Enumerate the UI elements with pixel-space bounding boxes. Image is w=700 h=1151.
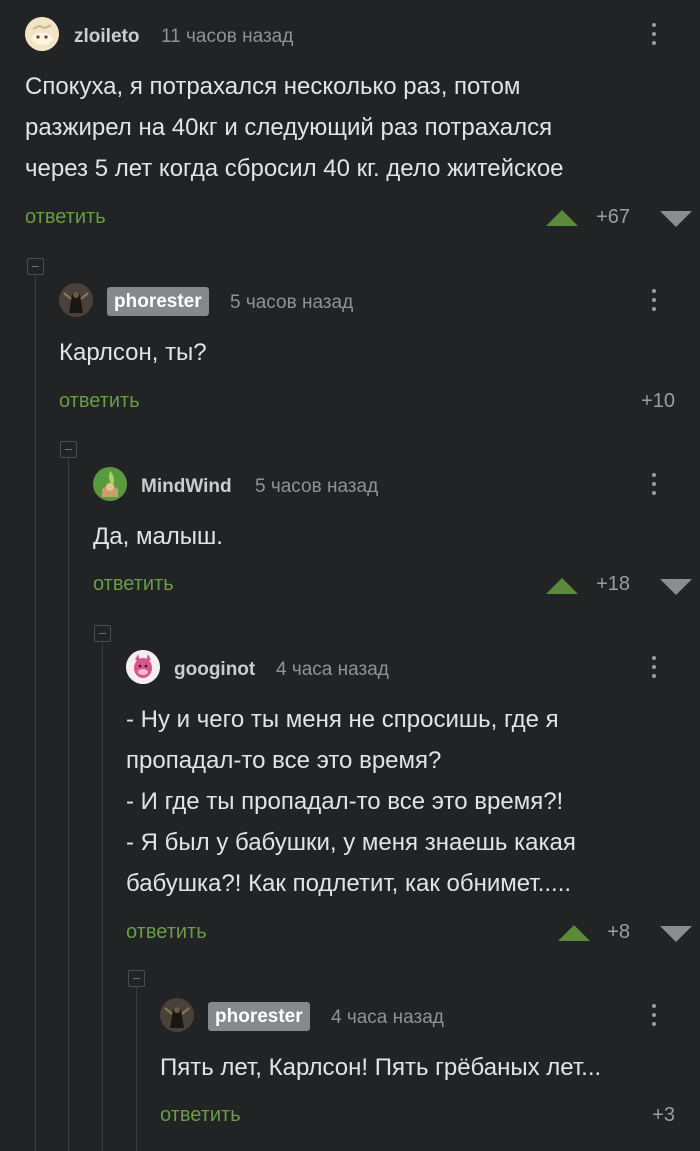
upvote-icon[interactable] <box>558 925 590 941</box>
avatar[interactable] <box>126 650 160 684</box>
comment-header: MindWind 5 часов назад <box>93 467 700 501</box>
rating: +10 <box>641 390 675 412</box>
upvote-icon[interactable] <box>546 210 578 226</box>
comment-footer: ответить +10 <box>59 390 700 420</box>
downvote-icon[interactable] <box>660 211 692 227</box>
comment-text-line: пропадал-то все это время? <box>126 747 442 774</box>
collapse-thread-button[interactable] <box>27 258 44 275</box>
downvote-icon[interactable] <box>660 579 692 595</box>
more-options-icon[interactable] <box>650 283 658 317</box>
thread-line-1 <box>35 275 36 1151</box>
avatar[interactable] <box>160 998 194 1032</box>
reply-link[interactable]: ответить <box>126 921 207 944</box>
upvote-icon[interactable] <box>546 578 578 594</box>
comment-body: Да, малыш. <box>93 516 670 557</box>
avatar[interactable] <box>93 467 127 501</box>
thread-line-2 <box>68 458 69 1151</box>
comment-text-line: через 5 лет когда сбросил 40 кг. дело жи… <box>25 155 564 182</box>
avatar[interactable] <box>59 283 93 317</box>
collapse-thread-button[interactable] <box>94 625 111 642</box>
comment-time: 11 часов назад <box>161 26 294 47</box>
comment-header: phorester 4 часа назад <box>160 998 700 1032</box>
rating: +18 <box>596 573 630 595</box>
comment-time: 5 часов назад <box>255 476 379 497</box>
comment-body: - Ну и чего ты меня не спросишь, где я п… <box>126 699 670 904</box>
thread-line-4 <box>136 987 137 1151</box>
comment-body: Пять лет, Карлсон! Пять грёбаных лет... <box>160 1047 700 1088</box>
reply-link[interactable]: ответить <box>25 206 106 229</box>
username[interactable]: MindWind <box>141 476 232 498</box>
reply-link[interactable]: ответить <box>160 1104 241 1127</box>
comment-footer: ответить +67 <box>25 206 700 236</box>
comment-footer: ответить +18 <box>93 573 700 603</box>
downvote-icon[interactable] <box>660 926 692 942</box>
comment: zloileto 11 часов назад Спокуха, я потра… <box>25 17 700 237</box>
comment-footer: ответить +3 <box>160 1104 700 1134</box>
comment-text-line: разжирел на 40кг и следующий раз потраха… <box>25 114 553 141</box>
collapse-thread-button[interactable] <box>60 441 77 458</box>
comment-text-line: - И где ты пропадал-то все это время?! <box>126 788 564 815</box>
rating: +8 <box>607 921 630 943</box>
comment-text-line: - Ну и чего ты меня не спросишь, где я <box>126 706 559 733</box>
comment-body: Карлсон, ты? <box>59 332 670 373</box>
comment-time: 4 часа назад <box>331 1007 444 1028</box>
comment-header: zloileto 11 часов назад <box>25 17 700 51</box>
more-options-icon[interactable] <box>650 467 658 501</box>
thread-line-3 <box>102 642 103 1151</box>
comment-time: 4 часа назад <box>276 659 389 680</box>
reply-link[interactable]: ответить <box>59 390 140 413</box>
username[interactable]: zloileto <box>74 26 139 48</box>
rating: +67 <box>596 206 630 228</box>
comment: googinot 4 часа назад - Ну и чего ты мен… <box>126 650 700 950</box>
comment: phorester 5 часов назад Карлсон, ты? отв… <box>59 283 700 423</box>
comment-body: Спокуха, я потрахался несколько раз, пот… <box>25 66 670 189</box>
comment-header: phorester 5 часов назад <box>59 283 700 317</box>
comment-text-line: Да, малыш. <box>93 523 223 550</box>
comment-time: 5 часов назад <box>230 292 354 313</box>
comment-text-line: - Я был у бабушки, у меня знаешь какая <box>126 829 576 856</box>
comment-text-line: бабушка?! Как подлетит, как обнимет..... <box>126 870 572 897</box>
username[interactable]: phorester <box>107 287 209 316</box>
more-options-icon[interactable] <box>650 998 658 1032</box>
username[interactable]: googinot <box>174 659 255 681</box>
username[interactable]: phorester <box>208 1002 310 1031</box>
collapse-thread-button[interactable] <box>128 970 145 987</box>
more-options-icon[interactable] <box>650 650 658 684</box>
comment-footer: ответить +8 <box>126 921 700 951</box>
reply-link[interactable]: ответить <box>93 573 174 596</box>
comment-text-line: Пять лет, Карлсон! Пять грёбаных лет... <box>160 1054 602 1081</box>
avatar[interactable] <box>25 17 59 51</box>
more-options-icon[interactable] <box>650 17 658 51</box>
comment: phorester 4 часа назад Пять лет, Карлсон… <box>160 998 700 1138</box>
comment-text-line: Спокуха, я потрахался несколько раз, пот… <box>25 73 521 100</box>
comment-text-line: Карлсон, ты? <box>59 339 207 366</box>
comment: MindWind 5 часов назад Да, малыш. ответи… <box>93 467 700 607</box>
comment-header: googinot 4 часа назад <box>126 650 700 684</box>
rating: +3 <box>652 1104 675 1126</box>
